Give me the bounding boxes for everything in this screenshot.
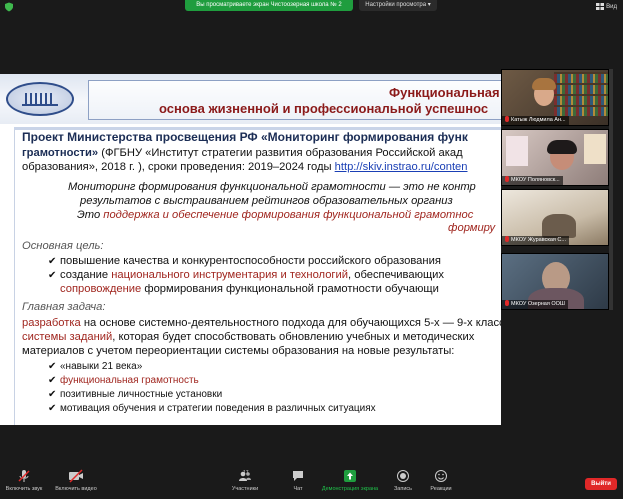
slide-title-box: Функциональная основа жизненной и профес… [88, 80, 501, 120]
record-label: Запись [393, 486, 413, 492]
start-video-label: Включить видео [55, 486, 97, 492]
participants-label: Участники [231, 486, 259, 492]
view-button[interactable]: Вид [596, 3, 617, 10]
quote-line4: формиру [448, 222, 496, 234]
quote-line3: Это поддержка и обеспечение формирования… [77, 209, 474, 221]
slide-title-line1: Функциональная [389, 85, 500, 100]
goal-item: ✔ создание национального инструментария и… [48, 269, 445, 281]
share-screen-button[interactable]: Демонстрация экрана [318, 469, 382, 492]
share-notice: Вы просматриваете экран Чистоозерная шко… [185, 0, 353, 11]
chat-label: Чат [293, 486, 303, 492]
shared-screen: Функциональная основа жизненной и профес… [0, 74, 501, 425]
view-settings-label: Настройки просмотра [365, 2, 427, 8]
check-icon: ✔ [48, 389, 57, 400]
result-item: ✔ «навыки 21 века» [48, 361, 143, 372]
mic-muted-icon [18, 470, 30, 482]
participant-name: МКОУ Журавская С... [502, 236, 569, 245]
muted-mic-icon [505, 176, 509, 182]
result-item: ✔ мотивация обучения и стратегии поведени… [48, 403, 376, 414]
wall-poster [506, 136, 528, 166]
participant-tile[interactable]: Катыж Людмила Ан... [501, 69, 609, 126]
start-video-button[interactable]: Включить видео [54, 469, 98, 492]
share-screen-label: Демонстрация экрана [321, 486, 379, 492]
result-item: ✔ позитивные личностные установки [48, 389, 223, 400]
wall-poster [584, 134, 606, 164]
grid-icon [596, 3, 605, 10]
quote-line2: результатов с выстраиванием рейтингов об… [80, 195, 453, 207]
reactions-label: Реакции [430, 486, 452, 492]
participant-name: МКОУ Поляновск... [502, 176, 563, 185]
participant-name: Катыж Людмила Ан... [502, 116, 569, 125]
shield-icon [5, 2, 13, 12]
participant-name: МКОУ Озерная ООШ [502, 300, 568, 309]
leave-meeting-button[interactable]: Выйти [585, 478, 617, 490]
check-icon: ✔ [48, 361, 57, 372]
slide-title-band: Функциональная основа жизненной и профес… [0, 74, 501, 124]
muted-mic-icon [505, 300, 509, 306]
unmute-button[interactable]: Включить звук [4, 469, 44, 492]
participant-silhouette [542, 214, 576, 238]
project-link[interactable]: http://skiv.instrao.ru/conten [335, 161, 468, 173]
project-line2: грамотности» (ФГБНУ «Институт стратегии … [22, 147, 463, 159]
project-line3: образования», 2018 г. ), сроки проведени… [22, 161, 468, 173]
institute-logo [6, 82, 74, 116]
check-icon: ✔ [48, 375, 57, 386]
meeting-toolbar: Включить звук Включить видео 17 Участник… [0, 467, 623, 499]
check-icon: ✔ [48, 256, 57, 267]
reactions-button[interactable]: Реакции [428, 469, 454, 492]
task-line2: системы заданий, которая будет способств… [22, 331, 475, 343]
quote-line1: Мониторинг формирования функциональной г… [68, 181, 476, 193]
project-line1: Проект Министерства просвещения РФ «Мони… [22, 130, 468, 144]
share-screen-icon [344, 470, 356, 482]
unmute-label: Включить звук [5, 486, 43, 492]
view-label: Вид [606, 3, 617, 10]
view-settings-button[interactable]: Настройки просмотра ▾ [359, 0, 437, 11]
bookshelf-background [554, 72, 608, 116]
record-icon [397, 470, 409, 482]
participant-hair [532, 78, 556, 90]
muted-mic-icon [505, 236, 509, 242]
video-off-icon [69, 469, 83, 483]
top-bar: Вы просматриваете экран Чистоозерная шко… [0, 0, 623, 14]
smiley-icon [435, 470, 447, 482]
task-line1: разработка на основе системно-деятельнос… [22, 317, 501, 329]
muted-mic-icon [505, 116, 509, 122]
goal-item: ✔ повышение качества и конкурентоспособно… [48, 255, 441, 267]
check-icon: ✔ [48, 270, 57, 281]
result-item: ✔ функциональная грамотность [48, 375, 199, 386]
participants-count: 17 [243, 470, 249, 476]
task-line3: материалов с учетом переориентации систе… [22, 345, 455, 357]
participant-hair [547, 140, 577, 154]
slide-title-line2: основа жизненной и профессиональной успе… [159, 101, 489, 116]
task-heading: Главная задача: [22, 301, 106, 313]
chevron-down-icon: ▾ [427, 2, 431, 8]
chat-icon [293, 471, 303, 481]
participants-scrollbar[interactable] [609, 69, 613, 310]
participant-tile[interactable]: МКОУ Журавская С... [501, 189, 609, 246]
check-icon: ✔ [48, 403, 57, 414]
participants-button[interactable]: 17 Участники [228, 469, 262, 492]
goal-heading: Основная цель: [22, 240, 104, 252]
record-button[interactable]: Запись [392, 469, 414, 492]
participant-tile[interactable]: МКОУ Озерная ООШ [501, 253, 609, 310]
goal-item-cont: сопровождение формирования функционально… [60, 283, 439, 295]
participant-tile[interactable]: МКОУ Поляновск... [501, 129, 609, 186]
chat-button[interactable]: Чат [288, 469, 308, 492]
